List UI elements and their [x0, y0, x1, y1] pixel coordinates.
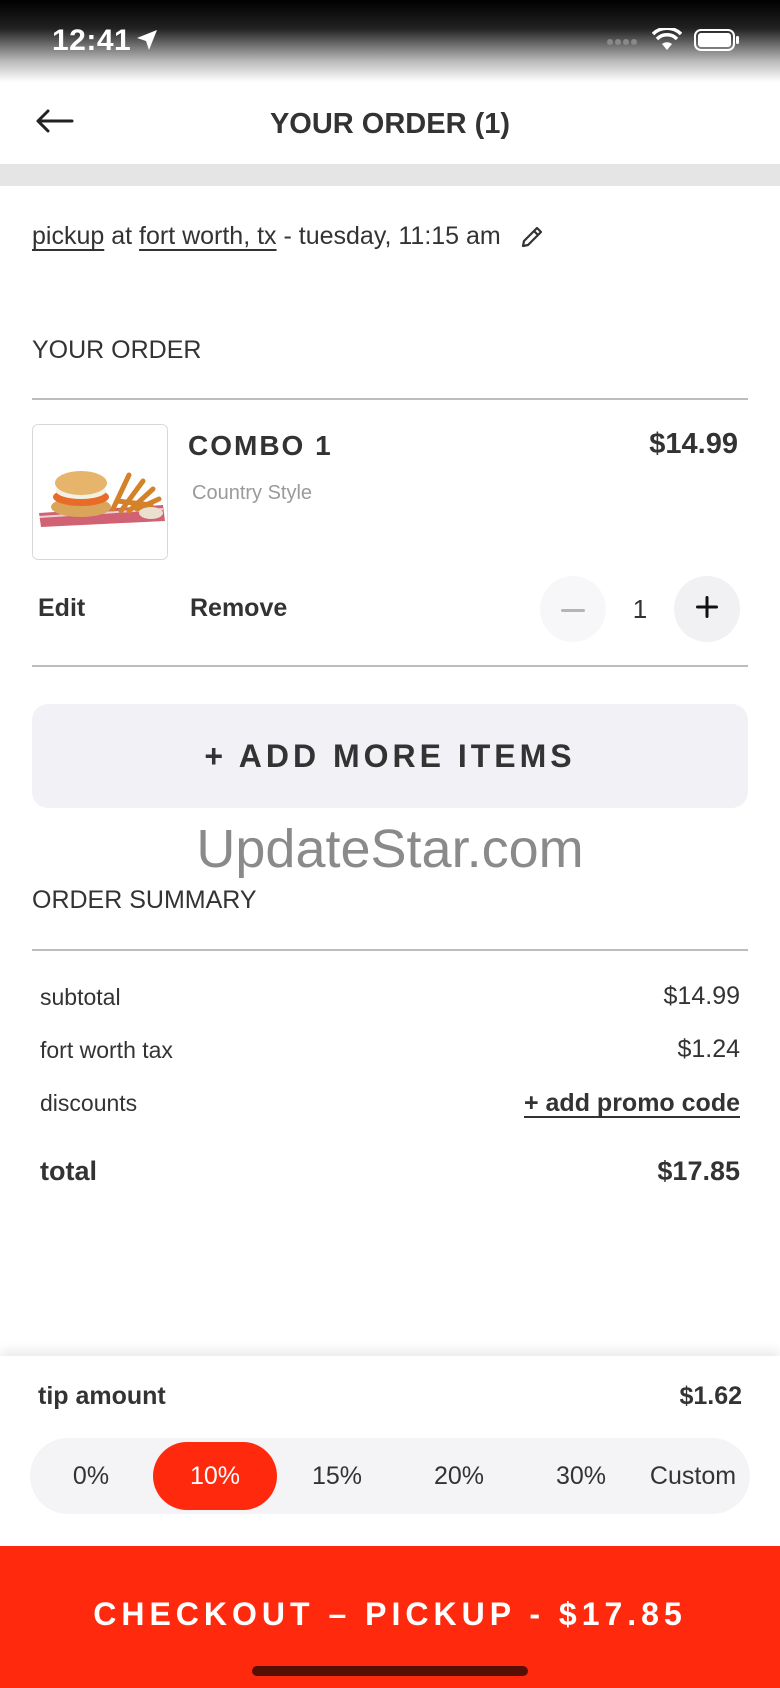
- status-bar: 12:41: [0, 0, 780, 82]
- remove-button[interactable]: Remove: [190, 594, 287, 623]
- item-image: [32, 424, 168, 560]
- tip-option-custom[interactable]: Custom: [640, 1442, 746, 1510]
- header-divider: [0, 164, 780, 186]
- tip-option-0[interactable]: 0%: [34, 1442, 148, 1510]
- home-indicator: [252, 1666, 528, 1676]
- tip-option-10[interactable]: 10%: [153, 1442, 277, 1510]
- discounts-label: discounts: [40, 1090, 138, 1116]
- tip-option-20[interactable]: 20%: [402, 1442, 516, 1510]
- plus-icon: [696, 595, 718, 623]
- total-value: $17.85: [657, 1156, 740, 1186]
- subtotal-value: $14.99: [663, 982, 740, 1010]
- checkout-label: CHECKOUT – PICKUP - $17.85: [93, 1596, 687, 1632]
- tax-label: fort worth tax: [40, 1037, 173, 1063]
- total-label: total: [40, 1156, 97, 1186]
- status-indicators: [606, 26, 740, 57]
- item-name: COMBO 1: [188, 430, 333, 461]
- battery-icon: [694, 28, 740, 57]
- quantity-value: 1: [632, 594, 648, 624]
- tip-option-15[interactable]: 15%: [280, 1442, 394, 1510]
- minus-icon: [561, 600, 585, 618]
- signal-icon: [606, 34, 640, 52]
- divider: [32, 665, 748, 667]
- subtotal-label: subtotal: [40, 984, 121, 1010]
- decrease-quantity-button[interactable]: [540, 576, 606, 642]
- pickup-location-link[interactable]: fort worth, tx: [139, 222, 277, 251]
- watermark: UpdateStar.com: [196, 819, 584, 879]
- tip-label: tip amount: [38, 1382, 166, 1410]
- page-title: YOUR ORDER (1): [269, 108, 511, 140]
- your-order-heading: YOUR ORDER: [32, 336, 202, 364]
- tax-value: $1.24: [677, 1035, 740, 1063]
- tip-value: $1.62: [679, 1382, 742, 1410]
- pickup-mode-link[interactable]: pickup: [32, 222, 104, 251]
- item-style: Country Style: [192, 482, 313, 504]
- pencil-icon[interactable]: [519, 224, 545, 250]
- location-arrow-icon: [135, 28, 159, 57]
- tip-panel: tip amount $1.62 0% 10% 15% 20% 30% Cust…: [0, 1356, 780, 1546]
- add-promo-code-link[interactable]: + add promo code: [524, 1089, 740, 1118]
- pickup-connector: at: [104, 222, 140, 250]
- nav-header: YOUR ORDER (1): [0, 82, 780, 164]
- order-summary-heading: ORDER SUMMARY: [32, 886, 257, 914]
- increase-quantity-button[interactable]: [674, 576, 740, 642]
- divider: [32, 949, 748, 951]
- wifi-icon: [651, 26, 683, 57]
- status-time: 12:41: [52, 24, 132, 57]
- tip-option-30[interactable]: 30%: [524, 1442, 638, 1510]
- tip-selector: 0% 10% 15% 20% 30% Custom: [30, 1438, 750, 1514]
- pickup-datetime: - tuesday, 11:15 am: [276, 222, 501, 250]
- add-more-items-button[interactable]: + ADD MORE ITEMS: [32, 704, 748, 808]
- edit-button[interactable]: Edit: [38, 594, 85, 623]
- divider: [32, 398, 748, 400]
- pickup-details: pickup at fort worth, tx - tuesday, 11:1…: [32, 222, 545, 251]
- item-price: $14.99: [649, 428, 738, 460]
- checkout-button[interactable]: CHECKOUT – PICKUP - $17.85: [0, 1546, 780, 1688]
